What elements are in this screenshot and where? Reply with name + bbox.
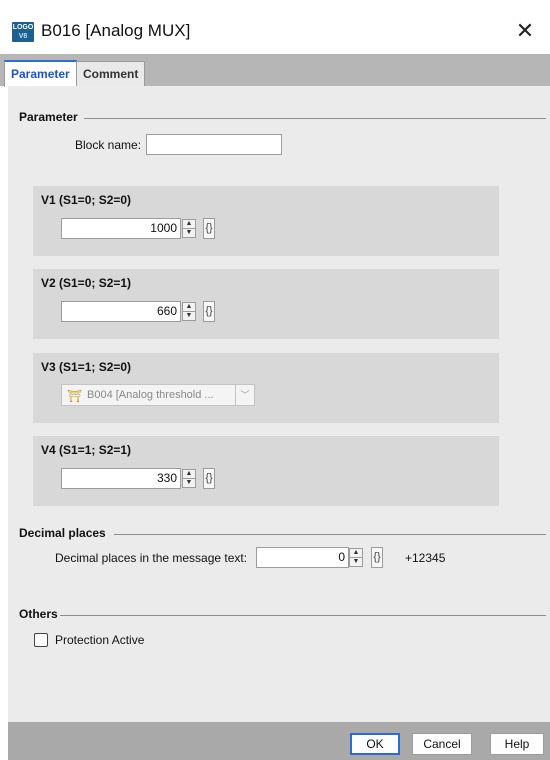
decimal-section-title: Decimal places <box>19 526 106 540</box>
spinner-up-icon[interactable]: ▲ <box>350 549 362 558</box>
threshold-block-icon: ⛩ <box>67 389 83 403</box>
v2-group: V2 (S1=0; S2=1) 660 ▲ ▼ {} <box>33 269 499 339</box>
spinner-down-icon[interactable]: ▼ <box>183 312 195 320</box>
others-section-divider <box>60 615 546 616</box>
spinner-up-icon[interactable]: ▲ <box>183 220 195 229</box>
help-button[interactable]: Help <box>490 733 544 755</box>
chevron-down-icon[interactable]: ﹀ <box>235 385 254 405</box>
ok-button[interactable]: OK <box>350 733 400 755</box>
v2-input[interactable]: 660 <box>61 301 181 322</box>
v3-block-select[interactable]: ⛩ B004 [Analog threshold ... ﹀ <box>61 384 255 406</box>
tab-comment[interactable]: Comment <box>76 61 146 86</box>
decimal-reference-button[interactable]: {} <box>371 547 383 568</box>
decimal-places-spinner[interactable]: ▲ ▼ <box>349 548 363 567</box>
others-section-title: Others <box>19 607 58 621</box>
v1-input[interactable]: 1000 <box>61 218 181 239</box>
block-name-input[interactable] <box>146 134 282 155</box>
tab-bar: Parameter Comment <box>0 54 550 87</box>
app-icon-text-top: LOGO <box>12 24 34 31</box>
v3-selected-value: B004 [Analog threshold ... <box>87 389 214 401</box>
logo-app-icon: LOGO V8 <box>12 22 34 42</box>
v4-input[interactable]: 330 <box>61 468 181 489</box>
v4-spinner[interactable]: ▲ ▼ <box>182 469 196 488</box>
decimal-section-divider <box>114 534 546 535</box>
v1-reference-button[interactable]: {} <box>203 218 215 239</box>
window-title: B016 [Analog MUX] <box>41 21 191 40</box>
protection-active-label[interactable]: Protection Active <box>55 633 144 647</box>
button-bar: OK Cancel Help <box>8 722 550 760</box>
parameter-section-title: Parameter <box>19 110 78 124</box>
protection-active-checkbox[interactable] <box>34 633 48 647</box>
decimal-preview: +12345 <box>405 551 446 565</box>
v2-reference-button[interactable]: {} <box>203 301 215 322</box>
parameter-section-divider <box>84 118 546 119</box>
decimal-places-label: Decimal places in the message text: <box>55 551 248 565</box>
v3-title: V3 (S1=1; S2=0) <box>41 360 132 374</box>
title-bar: LOGO V8 B016 [Analog MUX] ✕ <box>0 0 550 54</box>
v4-reference-button[interactable]: {} <box>203 468 215 489</box>
v1-spinner[interactable]: ▲ ▼ <box>182 219 196 238</box>
spinner-down-icon[interactable]: ▼ <box>350 558 362 566</box>
v1-group: V1 (S1=0; S2=0) 1000 ▲ ▼ {} <box>33 186 499 256</box>
decimal-places-input[interactable]: 0 <box>256 547 349 568</box>
block-name-label: Block name: <box>75 138 142 152</box>
spinner-up-icon[interactable]: ▲ <box>183 470 195 479</box>
v2-title: V2 (S1=0; S2=1) <box>41 276 132 290</box>
tab-parameter[interactable]: Parameter <box>4 60 77 87</box>
spinner-down-icon[interactable]: ▼ <box>183 229 195 237</box>
v4-group: V4 (S1=1; S2=1) 330 ▲ ▼ {} <box>33 436 499 506</box>
close-icon[interactable]: ✕ <box>512 18 538 44</box>
spinner-up-icon[interactable]: ▲ <box>183 303 195 312</box>
spinner-down-icon[interactable]: ▼ <box>183 479 195 487</box>
v1-title: V1 (S1=0; S2=0) <box>41 193 132 207</box>
v3-group: V3 (S1=1; S2=0) ⛩ B004 [Analog threshold… <box>33 353 499 423</box>
v2-spinner[interactable]: ▲ ▼ <box>182 302 196 321</box>
parameter-panel: Parameter Block name: V1 (S1=0; S2=0) 10… <box>8 86 550 722</box>
v4-title: V4 (S1=1; S2=1) <box>41 443 132 457</box>
cancel-button[interactable]: Cancel <box>412 733 472 755</box>
app-icon-text-bottom: V8 <box>18 33 28 40</box>
